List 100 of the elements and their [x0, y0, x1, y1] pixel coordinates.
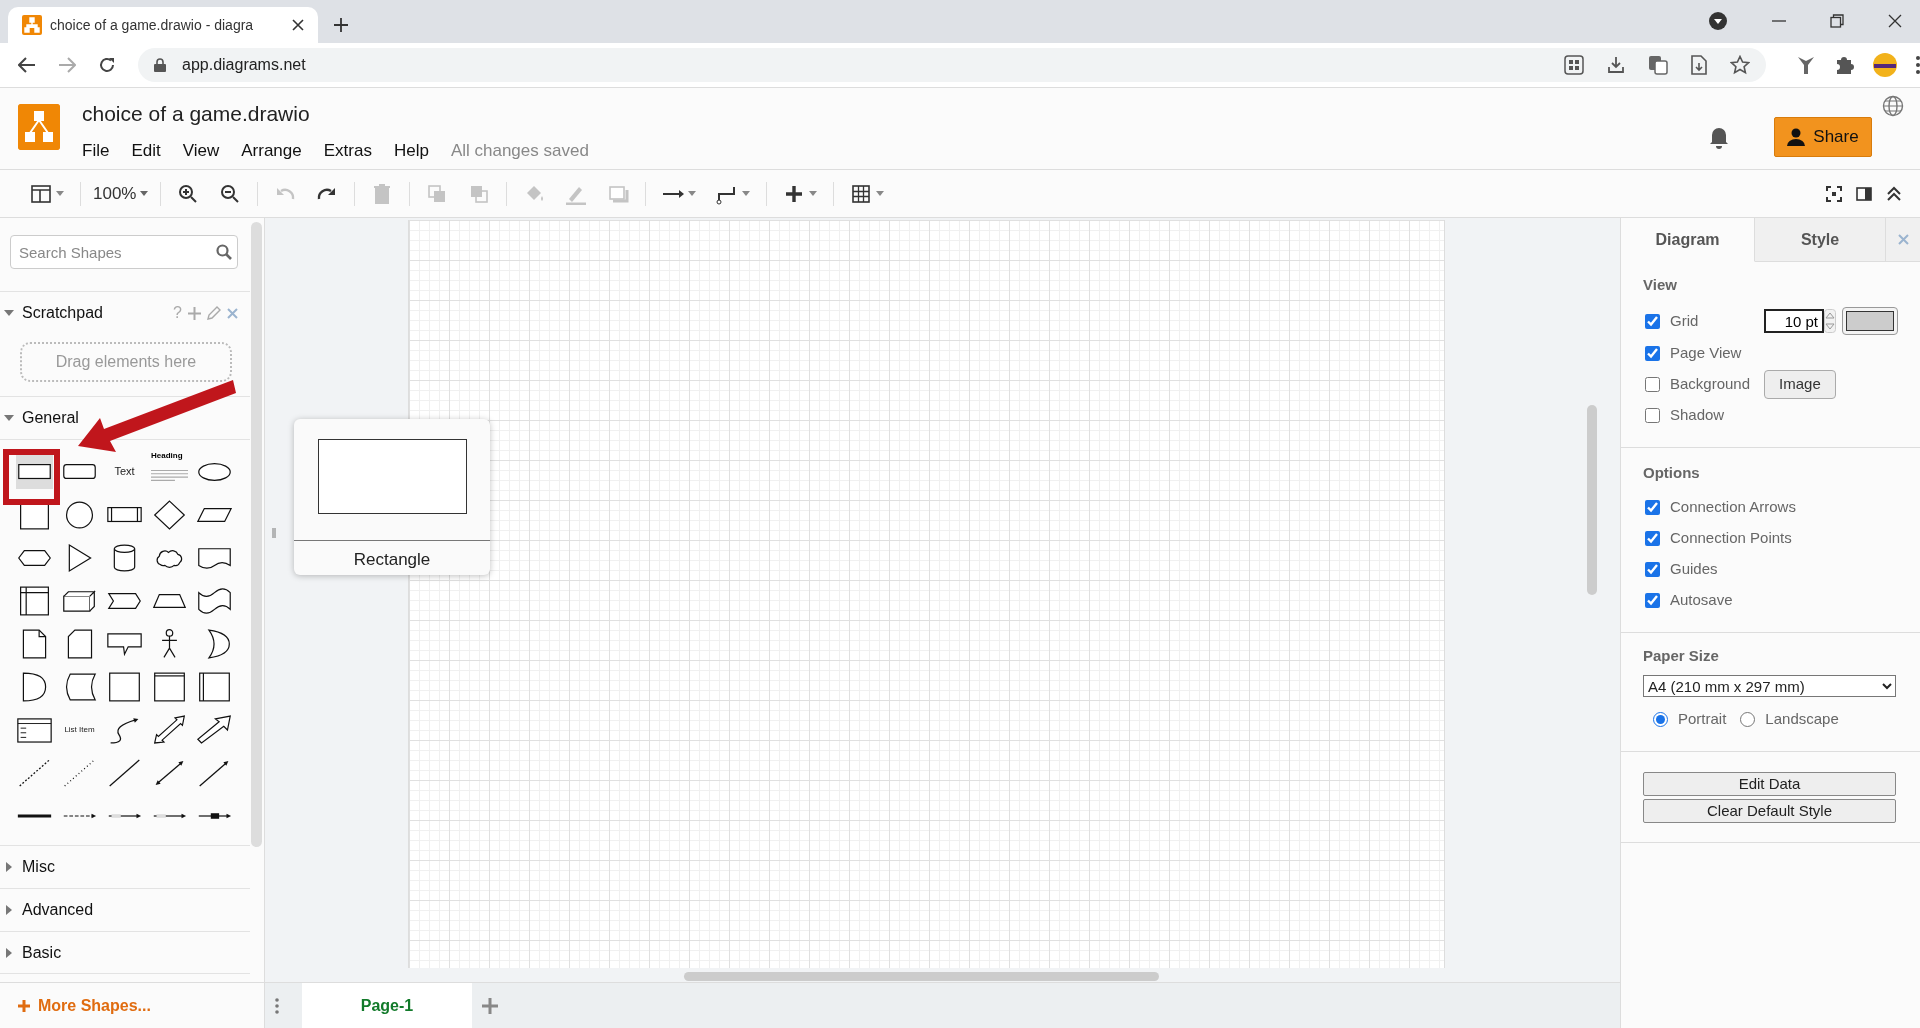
checkbox-label: Page View [1670, 343, 1742, 364]
extension-icon[interactable] [1796, 55, 1816, 75]
checkbox-label: Autosave [1670, 590, 1733, 611]
section-header[interactable]: Scratchpad [4, 301, 103, 325]
save-status: All changes saved [450, 139, 589, 162]
shape-tile[interactable] [196, 669, 233, 704]
new-tab-icon[interactable] [332, 16, 350, 34]
radio-label: Landscape [1765, 709, 1839, 730]
user-icon [1787, 127, 1806, 146]
section-title: Paper Size [1643, 647, 1720, 665]
zoom-dropdown[interactable]: 100% [87, 176, 155, 211]
image-button[interactable]: Image [1764, 370, 1836, 399]
shape-tile[interactable] [151, 712, 188, 747]
block-arrow-icon [196, 713, 233, 746]
fullscreen-icon[interactable] [1826, 185, 1842, 202]
shape-tile[interactable] [196, 712, 233, 747]
menu-item[interactable]: View [182, 137, 220, 163]
file-download-icon[interactable] [1690, 55, 1708, 75]
url-text: app.diagrams.net [182, 55, 306, 75]
arrow-icon [196, 810, 233, 821]
collapse-icon[interactable] [1886, 185, 1902, 202]
table-icon [850, 182, 873, 205]
checkbox[interactable] [1645, 408, 1660, 423]
section-header[interactable]: Advanced [0, 888, 250, 931]
panel-button[interactable]: Edit Data [1643, 772, 1896, 796]
app-logo-icon [22, 15, 42, 35]
square-icon [106, 670, 143, 703]
shape-item[interactable]: List Item [61, 712, 98, 747]
checkbox[interactable] [1645, 500, 1660, 515]
apps-icon[interactable] [1564, 55, 1584, 75]
checkbox-label: Grid [1670, 310, 1699, 331]
checkbox[interactable] [1645, 346, 1660, 361]
checkbox[interactable] [1645, 562, 1660, 577]
globe-icon[interactable] [1882, 95, 1904, 117]
section-header[interactable]: Basic [0, 931, 250, 974]
restore-icon[interactable] [1830, 14, 1844, 28]
lane-icon [196, 670, 233, 703]
puzzle-icon[interactable] [1834, 55, 1854, 75]
menu-item[interactable]: Extras [323, 137, 372, 163]
plus-icon [18, 999, 30, 1012]
address-bar[interactable]: app.diagrams.net [138, 48, 1766, 82]
menu-item[interactable]: Edit [131, 137, 161, 163]
checkbox[interactable] [1645, 531, 1660, 546]
translate-icon[interactable] [1648, 55, 1668, 75]
menu-icon[interactable] [275, 997, 279, 1014]
panel-tab[interactable]: Style [1755, 218, 1886, 262]
grid-size-field[interactable]: 10 pt [1764, 309, 1824, 333]
shape-tile[interactable] [106, 669, 143, 704]
close-icon[interactable] [292, 19, 304, 31]
caret-icon [56, 191, 64, 196]
scrollbar-thumb[interactable] [1587, 405, 1597, 595]
checkbox[interactable] [1645, 313, 1660, 329]
checkbox-label: Connection Points [1670, 528, 1792, 549]
radio-button[interactable] [1653, 712, 1668, 727]
double-block-arrow-icon [151, 713, 188, 746]
panel-button[interactable]: Clear Default Style [1643, 799, 1896, 823]
reload-icon[interactable] [98, 56, 116, 74]
app-logo-icon [18, 104, 60, 150]
share-button[interactable]: Share [1774, 116, 1872, 157]
checkbox[interactable] [1645, 377, 1660, 392]
swimlane-icon [151, 670, 188, 703]
shape-tile[interactable] [151, 669, 188, 704]
scrollbar-thumb[interactable] [251, 222, 262, 847]
more-icon[interactable] [1916, 56, 1920, 74]
section-title: Options [1643, 464, 1701, 482]
add-page-icon[interactable] [482, 997, 498, 1014]
shape-tile[interactable] [151, 497, 188, 532]
checkbox-label: Shadow [1670, 405, 1725, 426]
page-tab[interactable]: Page-1 [302, 983, 472, 1028]
checkbox-label: Connection Arrows [1670, 497, 1796, 518]
grid-color-button[interactable] [1842, 307, 1898, 335]
search-field[interactable]: Search Shapes [10, 235, 238, 269]
shape-item[interactable]: Heading [151, 454, 188, 489]
section-header[interactable]: Misc [0, 845, 250, 888]
shape-item[interactable]: Text [106, 454, 143, 489]
caret-icon [742, 191, 751, 196]
format-toggle-icon[interactable] [1856, 185, 1872, 202]
checkbox[interactable] [1645, 593, 1660, 608]
radio-label: Portrait [1678, 709, 1727, 730]
tab-search-icon[interactable] [1708, 11, 1728, 31]
paper-size-select[interactable]: A4 (210 mm x 297 mm) [1643, 675, 1896, 697]
caret-icon [809, 191, 818, 196]
forward-icon [58, 56, 76, 74]
shape-tile[interactable] [16, 454, 53, 489]
scrollbar-thumb[interactable] [684, 972, 1159, 981]
radio-button[interactable] [1740, 712, 1756, 727]
caret-icon [688, 191, 697, 196]
avatar-icon[interactable] [1872, 52, 1898, 78]
format-panel-icon [30, 182, 52, 205]
menu-item[interactable]: Arrange [241, 137, 302, 163]
menu-item[interactable]: Help [393, 137, 429, 163]
checkbox-label: Guides [1670, 559, 1718, 580]
section-title: View [1643, 276, 1678, 294]
close-icon[interactable] [1888, 14, 1902, 28]
highlight-frame [3, 449, 60, 505]
menu-item[interactable]: File [82, 137, 110, 163]
back-icon[interactable] [18, 56, 36, 74]
download-icon[interactable] [1606, 55, 1626, 75]
document-title[interactable]: choice of a game.drawio [82, 98, 589, 130]
star-icon[interactable] [1730, 55, 1750, 75]
